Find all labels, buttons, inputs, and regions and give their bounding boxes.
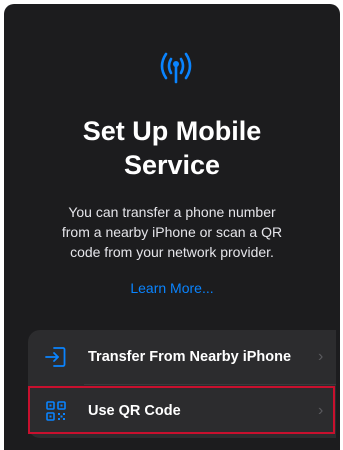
transfer-from-iphone-button[interactable]: Transfer From Nearby iPhone › xyxy=(28,332,336,382)
chevron-right-icon: › xyxy=(318,402,324,419)
qr-code-icon xyxy=(46,401,66,421)
divider xyxy=(84,384,336,385)
use-qr-code-button[interactable]: Use QR Code › xyxy=(28,386,336,436)
title-line-2: Service xyxy=(123,150,221,180)
title-line-1: Set Up Mobile xyxy=(82,116,262,146)
description-line-2: from a nearby iPhone or scan a QR xyxy=(61,224,283,240)
cellular-antenna-icon xyxy=(160,52,192,84)
transfer-icon xyxy=(45,347,66,367)
qr-option-label: Use QR Code xyxy=(88,403,181,419)
transfer-option-label: Transfer From Nearby iPhone xyxy=(88,349,292,365)
description-line-3: code from your network provider. xyxy=(70,244,274,260)
chevron-right-icon: › xyxy=(318,348,324,365)
options-list: Transfer From Nearby iPhone › Use QR Cod… xyxy=(28,330,336,438)
description-line-1: You can transfer a phone number xyxy=(68,204,276,220)
learn-more-link[interactable]: Learn More... xyxy=(4,280,340,296)
page-title: Set Up Mobile Service xyxy=(4,114,340,182)
description: You can transfer a phone number from a n… xyxy=(54,202,290,262)
